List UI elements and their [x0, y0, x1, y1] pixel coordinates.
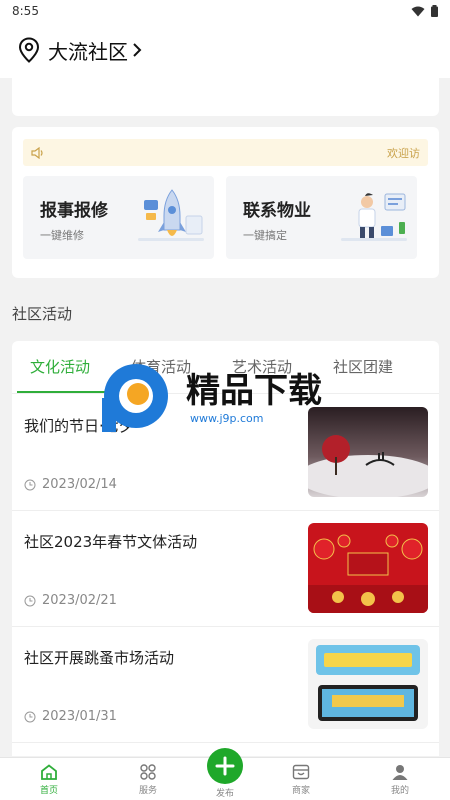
- activity-date: 2023/01/31: [24, 709, 117, 724]
- tab-services-label: 服务: [138, 786, 157, 796]
- activity-thumbnail: [308, 639, 428, 729]
- service-card: 欢迎访 报事报修 一键维修 联系物业 一键搞定: [12, 127, 439, 278]
- grid-icon: [140, 764, 156, 780]
- tab-mine-label: 我的: [390, 786, 409, 796]
- activity-date: 2023/02/14: [24, 477, 117, 492]
- activity-thumbnail: [308, 523, 428, 613]
- tab-mine[interactable]: 我的: [375, 764, 425, 796]
- wifi-icon: [411, 6, 425, 16]
- tab-merchant[interactable]: 商家: [276, 764, 326, 796]
- tab-services[interactable]: 服务: [123, 764, 173, 796]
- tab-home-label: 首页: [39, 786, 58, 796]
- activity-title: 社区开展跳蚤市场活动: [24, 649, 175, 667]
- publish-button[interactable]: [207, 748, 243, 784]
- user-icon: [392, 765, 408, 780]
- chevron-right-icon[interactable]: [132, 42, 142, 58]
- rocket-illustration-icon: [138, 189, 204, 241]
- watermark-brand: 精品下载: [186, 371, 322, 411]
- activity-date-text: 2023/02/21: [42, 593, 117, 608]
- publish-label: 发布: [215, 789, 234, 799]
- header: 大流社区: [0, 22, 450, 78]
- store-icon: [292, 764, 310, 780]
- activity-item[interactable]: 社区2023年春节文体活动 2023/02/21: [12, 511, 439, 627]
- activity-date: 2023/02/21: [24, 593, 117, 608]
- speaker-icon: [31, 146, 43, 159]
- watermark-logo: 精品下载 www.j9p.com: [102, 364, 322, 432]
- clock-icon: [24, 479, 36, 490]
- tab-culture[interactable]: 文化活动: [30, 356, 90, 377]
- status-icons: [411, 5, 438, 17]
- report-repair-tile[interactable]: 报事报修 一键维修: [23, 176, 214, 259]
- status-time: 8:55: [12, 4, 39, 18]
- section-title: 社区活动: [12, 305, 73, 323]
- notice-text: 欢迎访: [387, 146, 420, 160]
- activity-date-text: 2023/01/31: [42, 709, 117, 724]
- watermark-url: www.j9p.com: [190, 412, 264, 425]
- status-bar: 8:55: [0, 0, 450, 22]
- staff-illustration-icon: [341, 193, 407, 241]
- activity-date-text: 2023/02/14: [42, 477, 117, 492]
- clock-icon: [24, 595, 36, 606]
- battery-icon: [431, 5, 438, 17]
- tab-merchant-label: 商家: [291, 786, 310, 796]
- home-icon: [41, 764, 57, 780]
- contact-property-tile[interactable]: 联系物业 一键搞定: [226, 176, 417, 259]
- location-pin-icon: [18, 37, 40, 63]
- clock-icon: [24, 711, 36, 722]
- banner-card: [12, 78, 439, 116]
- activity-title: 社区2023年春节文体活动: [24, 533, 198, 551]
- location-selector[interactable]: 大流社区: [48, 36, 128, 65]
- notice-bar[interactable]: 欢迎访: [23, 139, 428, 166]
- tab-home[interactable]: 首页: [24, 764, 74, 796]
- plus-icon: [215, 756, 235, 776]
- activity-item[interactable]: 社区开展跳蚤市场活动 2023/01/31: [12, 627, 439, 743]
